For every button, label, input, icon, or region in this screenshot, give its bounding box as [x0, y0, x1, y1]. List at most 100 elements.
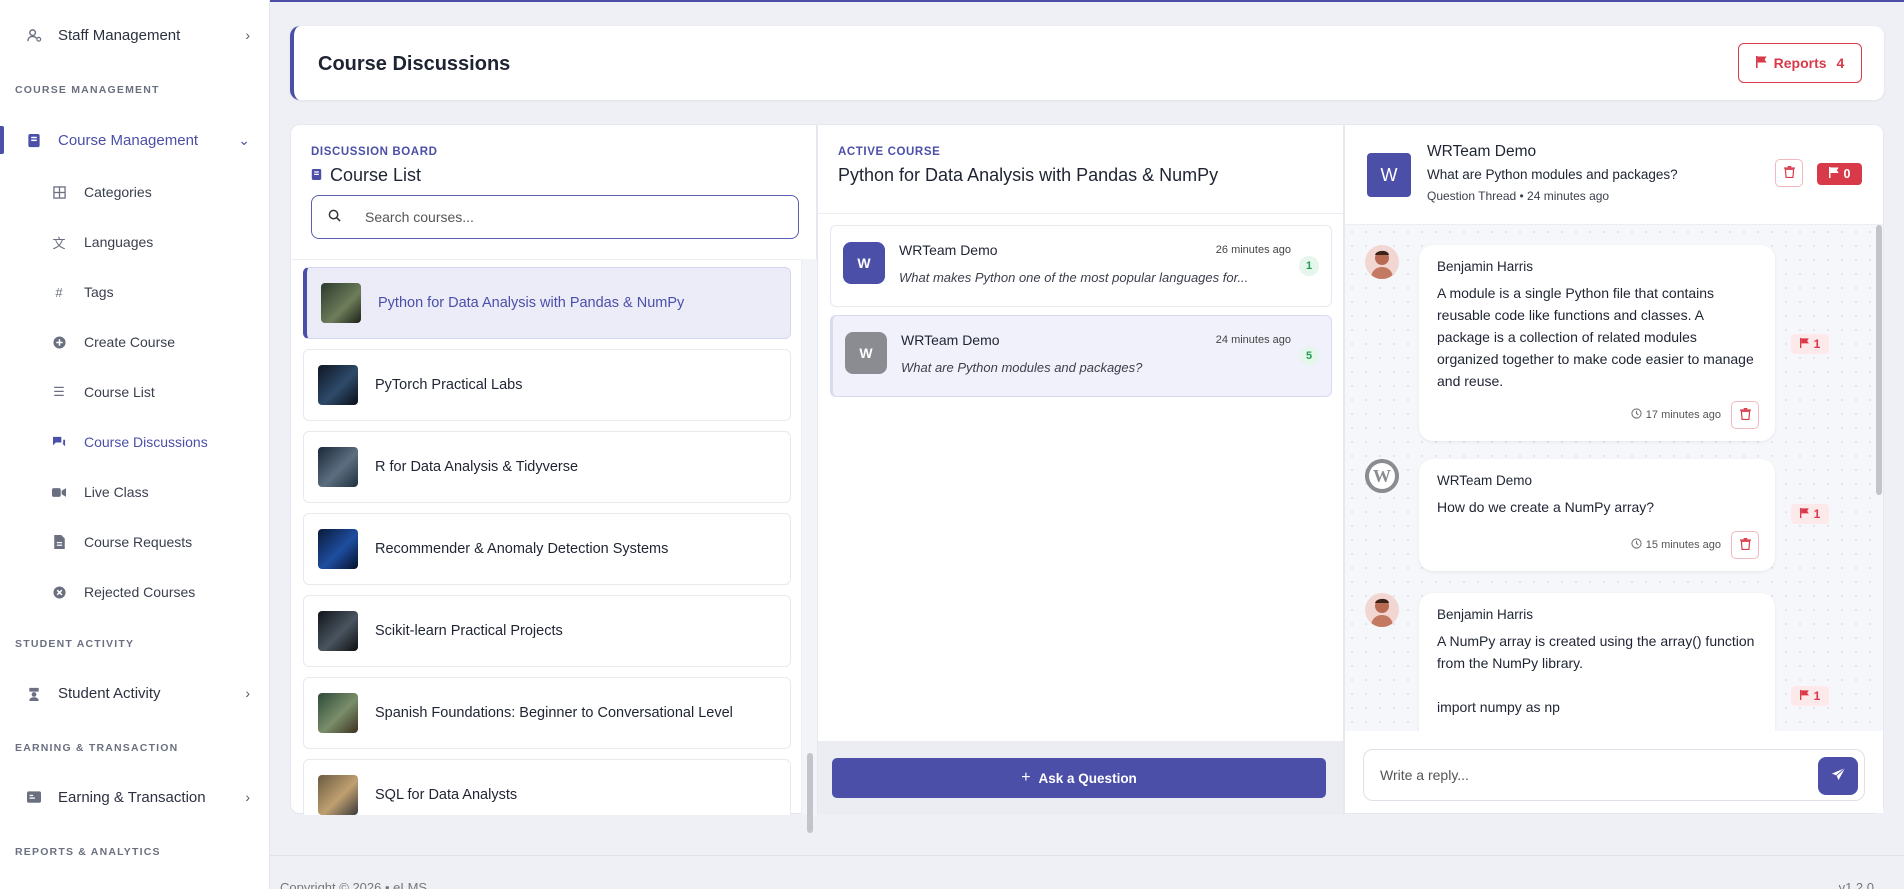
list-icon: ☰	[53, 384, 65, 399]
book-icon	[26, 132, 42, 148]
course-item[interactable]: Python for Data Analysis with Pandas & N…	[303, 267, 791, 339]
flag-icon	[1799, 507, 1810, 521]
hash-icon: #	[55, 284, 63, 300]
message-text: A NumPy array is created using the array…	[1437, 633, 1755, 671]
sidebar-item-course-management[interactable]: Course Management ⌄	[0, 122, 269, 158]
thread-header: W WRTeam Demo What are Python modules an…	[1345, 125, 1883, 225]
course-thumbnail	[318, 611, 358, 651]
sidebar-item-course-discussions[interactable]: Course Discussions	[0, 424, 269, 460]
thread-question: What are Python modules and packages?	[1427, 167, 1678, 182]
thread-question: What makes Python one of the most popula…	[899, 270, 1249, 285]
sidebar-item-label: Languages	[84, 234, 154, 250]
thread-item[interactable]: W WRTeam Demo 26 minutes ago What makes …	[830, 225, 1332, 307]
sidebar-item-earning-transaction[interactable]: Earning & Transaction ›	[0, 779, 269, 815]
section-label-earning: EARNING & TRANSACTION	[15, 742, 179, 754]
message-bubble: WRTeam Demo How do we create a NumPy arr…	[1419, 459, 1775, 571]
sidebar-item-label: Tags	[84, 284, 114, 300]
x-circle-icon	[51, 584, 67, 600]
delete-thread-button[interactable]	[1775, 159, 1803, 187]
active-course-title: Python for Data Analysis with Pandas & N…	[838, 165, 1219, 185]
course-thumbnail	[318, 775, 358, 815]
sidebar-item-languages[interactable]: 文 Languages	[0, 224, 269, 260]
clock-icon	[1631, 538, 1642, 552]
message-author: Benjamin Harris	[1437, 607, 1534, 622]
course-item[interactable]: R for Data Analysis & Tidyverse	[303, 431, 791, 503]
scrollbar-thumb[interactable]	[1876, 225, 1882, 495]
avatar	[1365, 593, 1399, 627]
delete-message-button[interactable]	[1731, 531, 1759, 559]
thread-flag-badge[interactable]: 0	[1817, 163, 1862, 185]
message-flag-badge[interactable]: 1	[1791, 686, 1829, 706]
thread-item[interactable]: W WRTeam Demo 24 minutes ago What are Py…	[830, 315, 1332, 397]
sidebar-item-staff-management[interactable]: Staff Management ›	[0, 17, 269, 53]
course-name: Spanish Foundations: Beginner to Convers…	[375, 705, 733, 721]
sidebar-item-categories[interactable]: Categories	[0, 174, 269, 210]
sidebar-item-student-activity[interactable]: Student Activity ›	[0, 675, 269, 711]
sidebar-item-course-list[interactable]: ☰ Course List	[0, 374, 269, 410]
sidebar-item-rejected-courses[interactable]: Rejected Courses	[0, 574, 269, 610]
video-icon	[51, 484, 67, 500]
flag-count: 1	[1813, 689, 1821, 703]
reply-area	[1345, 731, 1883, 813]
chevron-right-icon: ›	[245, 789, 250, 805]
message-flag-badge[interactable]: 1	[1791, 504, 1829, 524]
translate-icon: 文	[52, 235, 66, 251]
course-name: R for Data Analysis & Tidyverse	[375, 459, 579, 475]
page-header: Course Discussions Reports 4	[290, 26, 1884, 100]
delete-message-button[interactable]	[1731, 401, 1759, 429]
sidebar-item-course-requests[interactable]: Course Requests	[0, 524, 269, 560]
message-time-wrap: 15 minutes ago	[1631, 538, 1721, 552]
course-item[interactable]: Scikit-learn Practical Projects	[303, 595, 791, 667]
message-time: 17 minutes ago	[1645, 409, 1721, 421]
chat-scrollbar[interactable]	[1875, 225, 1883, 731]
course-list-scrollbar[interactable]	[801, 259, 817, 833]
file-icon	[51, 534, 67, 550]
course-item[interactable]: PyTorch Practical Labs	[303, 349, 791, 421]
message-text: How do we create a NumPy array?	[1437, 499, 1655, 515]
sidebar-item-label: Staff Management	[58, 26, 181, 44]
sidebar-item-live-class[interactable]: Live Class	[0, 474, 269, 510]
plus-circle-icon	[51, 334, 67, 350]
scrollbar-thumb[interactable]	[807, 753, 813, 833]
course-thumbnail	[318, 693, 358, 733]
sidebar-item-create-course[interactable]: Create Course	[0, 324, 269, 360]
course-name: PyTorch Practical Labs	[375, 377, 523, 393]
active-course-eyebrow: ACTIVE COURSE	[838, 146, 941, 158]
flag-icon	[1799, 689, 1810, 703]
ask-question-button[interactable]: + Ask a Question	[832, 758, 1326, 798]
thread-time: 24 minutes ago	[1215, 334, 1291, 346]
footer: Copyright © 2026 • eLMS v1.2.0	[270, 855, 1904, 889]
grid-icon	[51, 184, 67, 200]
message-author: Benjamin Harris	[1437, 259, 1534, 274]
reply-box	[1363, 749, 1865, 801]
course-search[interactable]	[311, 195, 799, 239]
search-input[interactable]	[365, 209, 765, 225]
send-button[interactable]	[1818, 757, 1858, 795]
sidebar-item-tags[interactable]: # Tags	[0, 274, 269, 310]
course-item[interactable]: Recommender & Anomaly Detection Systems	[303, 513, 791, 585]
thread-view-panel: W WRTeam Demo What are Python modules an…	[1344, 124, 1884, 814]
course-thumbnail	[318, 447, 358, 487]
reports-button[interactable]: Reports 4	[1738, 43, 1862, 83]
copyright-text: Copyright © 2026 • eLMS	[280, 880, 428, 889]
course-name: Recommender & Anomaly Detection Systems	[375, 541, 669, 557]
thread-author: WRTeam Demo	[901, 332, 1000, 348]
chat-messages: Benjamin Harris A module is a single Pyt…	[1345, 225, 1883, 731]
course-item[interactable]: Spanish Foundations: Beginner to Convers…	[303, 677, 791, 749]
flag-count: 1	[1813, 507, 1821, 521]
active-course-panel: ACTIVE COURSE Python for Data Analysis w…	[817, 124, 1344, 815]
course-item[interactable]: SQL for Data Analysts	[303, 759, 791, 815]
svg-text:W: W	[1373, 466, 1391, 486]
message-flag-badge[interactable]: 1	[1791, 334, 1829, 354]
discussion-board-panel: DISCUSSION BOARD Course List Python for …	[290, 124, 817, 833]
chat-icon	[51, 434, 67, 450]
message-time-wrap: 17 minutes ago	[1631, 408, 1721, 422]
sidebar-item-label: Rejected Courses	[84, 584, 196, 600]
flag-icon	[1755, 55, 1768, 71]
sidebar-item-label: Live Class	[84, 484, 149, 500]
reply-input[interactable]	[1380, 767, 1800, 783]
flag-icon	[1799, 337, 1810, 351]
main-content: Course Discussions Reports 4 DISCUSSION …	[270, 0, 1904, 889]
plus-icon: +	[1021, 769, 1031, 786]
avatar: W	[1367, 153, 1411, 197]
